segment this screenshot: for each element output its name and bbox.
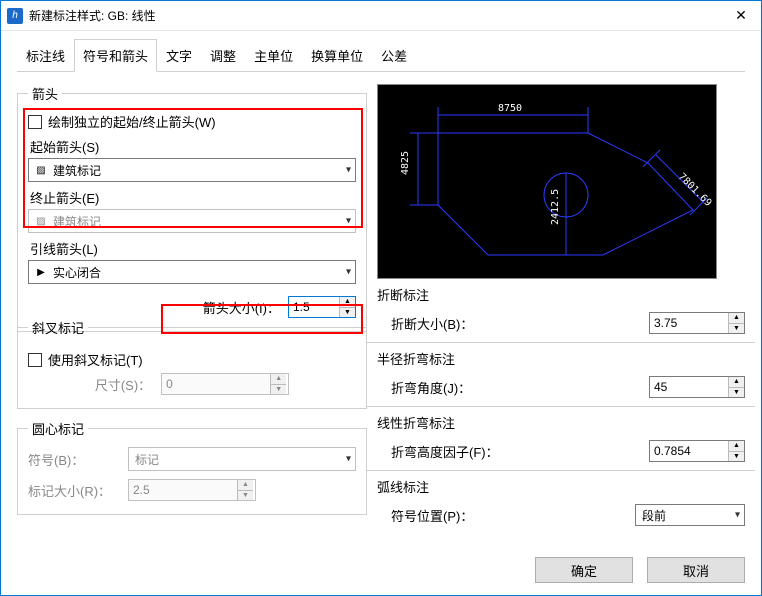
spin-down[interactable]: ▼ [340, 308, 355, 318]
tab-text[interactable]: 文字 [157, 39, 201, 72]
spinner-jog-angle[interactable]: ▲▼ [649, 376, 745, 398]
tab-dimline[interactable]: 标注线 [17, 39, 74, 72]
spinner-jog-factor[interactable]: ▲▼ [649, 440, 745, 462]
combo-leader-arrow-value: 实心闭合 [53, 264, 101, 281]
ok-button[interactable]: 确定 [535, 557, 633, 583]
spin-up[interactable]: ▲ [729, 313, 744, 324]
legend-radjog: 半径折弯标注 [377, 349, 745, 368]
spin-down: ▼ [271, 385, 286, 395]
label-draw-independent: 绘制独立的起始/终止箭头(W) [48, 112, 216, 131]
legend-linjog: 线性折弯标注 [377, 413, 745, 432]
combo-end-arrow-value: 建筑标记 [53, 213, 101, 230]
spin-down[interactable]: ▼ [729, 452, 744, 462]
spinner-arrow-size[interactable]: ▲▼ [288, 296, 356, 318]
chevron-down-icon: ▾ [346, 165, 351, 176]
spin-down[interactable]: ▼ [729, 388, 744, 398]
tick-icon: ▨ [35, 164, 47, 176]
label-arrow-size: 箭头大小(I)： [203, 298, 280, 317]
close-button[interactable]: ✕ [721, 1, 761, 31]
combo-leader-arrow[interactable]: ▶ 实心闭合 ▾ [28, 260, 356, 284]
input-arrow-size[interactable] [289, 297, 339, 317]
label-center-symbol: 符号(B)： [28, 450, 118, 469]
label-end-arrow: 终止箭头(E) [30, 188, 356, 207]
input-jog-angle[interactable] [650, 377, 728, 397]
label-jog-angle: 折弯角度(J)： [391, 378, 649, 397]
label-jog-factor: 折弯高度因子(F)： [391, 442, 649, 461]
tab-tol[interactable]: 公差 [372, 39, 416, 72]
spin-up[interactable]: ▲ [340, 297, 355, 308]
combo-start-arrow-value: 建筑标记 [53, 162, 101, 179]
input-oblique-size [162, 374, 270, 394]
spin-up[interactable]: ▲ [729, 377, 744, 388]
titlebar: h 新建标注样式: GB: 线性 ✕ [1, 1, 761, 31]
cancel-button[interactable]: 取消 [647, 557, 745, 583]
group-center: 圆心标记 符号(B)： 标记 ▾ 标记大小(R)： ▲▼ [17, 419, 367, 515]
chevron-down-icon: ▾ [346, 267, 351, 278]
input-jog-factor[interactable] [650, 441, 728, 461]
dim-top: 8750 [498, 103, 522, 114]
preview-panel: 8750 4825 2412.5 7801.69 [377, 84, 717, 279]
window-title: 新建标注样式: GB: 线性 [29, 7, 721, 24]
tab-alt[interactable]: 换算单位 [302, 39, 372, 72]
spin-up: ▲ [238, 480, 253, 491]
spinner-center-size: ▲▼ [128, 479, 256, 501]
group-oblique: 斜叉标记 使用斜叉标记(T) 尺寸(S)： ▲▼ [17, 318, 367, 409]
spin-up: ▲ [271, 374, 286, 385]
solid-arrow-icon: ▶ [35, 266, 47, 278]
tab-fit[interactable]: 调整 [201, 39, 245, 72]
input-center-size [129, 480, 237, 500]
legend-break: 折断标注 [377, 285, 745, 304]
label-break-size: 折断大小(B)： [391, 314, 649, 333]
label-start-arrow: 起始箭头(S) [30, 137, 356, 156]
tick-icon: ▨ [35, 215, 47, 227]
combo-end-arrow[interactable]: ▨ 建筑标记 ▾ [28, 209, 356, 233]
combo-arc-pos-value: 段前 [642, 507, 666, 524]
label-leader-arrow: 引线箭头(L) [30, 239, 356, 258]
spinner-oblique-size: ▲▼ [161, 373, 289, 395]
checkbox-use-oblique[interactable] [28, 353, 42, 367]
legend-arc: 弧线标注 [377, 477, 745, 496]
legend-center: 圆心标记 [28, 419, 88, 438]
legend-arrows: 箭头 [28, 84, 62, 103]
spin-down: ▼ [238, 491, 253, 501]
group-arrows: 箭头 绘制独立的起始/终止箭头(W) 起始箭头(S) ▨ 建筑标记 ▾ 终止箭头… [17, 84, 367, 332]
label-oblique-size: 尺寸(S)： [95, 375, 151, 394]
spinner-break-size[interactable]: ▲▼ [649, 312, 745, 334]
label-center-size: 标记大小(R)： [28, 481, 118, 500]
dim-mid: 2412.5 [550, 189, 561, 225]
dim-left: 4825 [400, 151, 411, 175]
input-break-size[interactable] [650, 313, 728, 333]
label-arc-pos: 符号位置(P)： [391, 506, 635, 525]
app-icon: h [7, 8, 23, 24]
combo-arc-pos[interactable]: 段前 ▾ [635, 504, 745, 526]
tab-primary[interactable]: 主单位 [245, 39, 302, 72]
combo-center-symbol: 标记 ▾ [128, 447, 356, 471]
legend-oblique: 斜叉标记 [28, 318, 88, 337]
spin-down[interactable]: ▼ [729, 324, 744, 334]
combo-start-arrow[interactable]: ▨ 建筑标记 ▾ [28, 158, 356, 182]
checkbox-draw-independent[interactable] [28, 115, 42, 129]
spin-up[interactable]: ▲ [729, 441, 744, 452]
chevron-down-icon: ▾ [346, 216, 351, 227]
label-use-oblique: 使用斜叉标记(T) [48, 350, 143, 369]
chevron-down-icon: ▾ [346, 454, 351, 465]
chevron-down-icon: ▾ [735, 510, 740, 521]
dim-diag: 7801.69 [676, 171, 714, 209]
tab-bar: 标注线 符号和箭头 文字 调整 主单位 换算单位 公差 [1, 31, 761, 72]
combo-center-symbol-value: 标记 [135, 451, 159, 468]
tab-arrows[interactable]: 符号和箭头 [74, 39, 157, 72]
